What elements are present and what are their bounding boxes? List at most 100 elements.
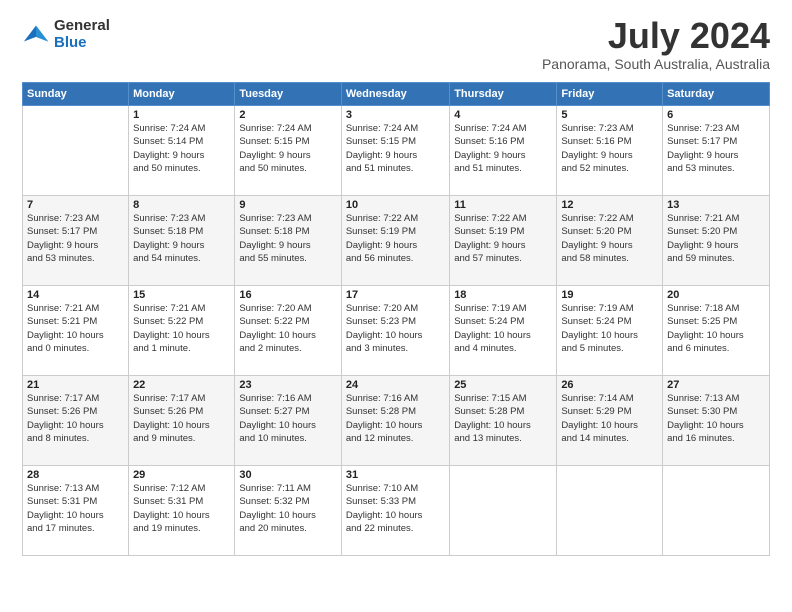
day-info: Sunrise: 7:21 AM Sunset: 5:22 PM Dayligh… [133, 302, 230, 355]
day-number: 2 [239, 109, 337, 121]
day-number: 9 [239, 199, 337, 211]
calendar-cell: 24Sunrise: 7:16 AM Sunset: 5:28 PM Dayli… [341, 376, 449, 466]
calendar-cell: 29Sunrise: 7:12 AM Sunset: 5:31 PM Dayli… [129, 466, 235, 556]
calendar-cell: 7Sunrise: 7:23 AM Sunset: 5:17 PM Daylig… [23, 196, 129, 286]
calendar-cell: 10Sunrise: 7:22 AM Sunset: 5:19 PM Dayli… [341, 196, 449, 286]
calendar-cell: 15Sunrise: 7:21 AM Sunset: 5:22 PM Dayli… [129, 286, 235, 376]
day-info: Sunrise: 7:13 AM Sunset: 5:31 PM Dayligh… [27, 482, 124, 535]
calendar-cell: 4Sunrise: 7:24 AM Sunset: 5:16 PM Daylig… [450, 106, 557, 196]
calendar-cell [663, 466, 770, 556]
day-info: Sunrise: 7:17 AM Sunset: 5:26 PM Dayligh… [133, 392, 230, 445]
day-info: Sunrise: 7:21 AM Sunset: 5:20 PM Dayligh… [667, 212, 765, 265]
calendar-cell: 8Sunrise: 7:23 AM Sunset: 5:18 PM Daylig… [129, 196, 235, 286]
logo: General Blue [22, 18, 110, 51]
calendar-cell: 25Sunrise: 7:15 AM Sunset: 5:28 PM Dayli… [450, 376, 557, 466]
day-number: 13 [667, 199, 765, 211]
day-number: 6 [667, 109, 765, 121]
day-info: Sunrise: 7:14 AM Sunset: 5:29 PM Dayligh… [561, 392, 658, 445]
calendar-cell: 28Sunrise: 7:13 AM Sunset: 5:31 PM Dayli… [23, 466, 129, 556]
day-info: Sunrise: 7:24 AM Sunset: 5:15 PM Dayligh… [239, 122, 337, 175]
calendar-cell: 3Sunrise: 7:24 AM Sunset: 5:15 PM Daylig… [341, 106, 449, 196]
calendar-week-row: 14Sunrise: 7:21 AM Sunset: 5:21 PM Dayli… [23, 286, 770, 376]
day-info: Sunrise: 7:22 AM Sunset: 5:19 PM Dayligh… [346, 212, 445, 265]
day-number: 21 [27, 379, 124, 391]
day-info: Sunrise: 7:19 AM Sunset: 5:24 PM Dayligh… [561, 302, 658, 355]
day-info: Sunrise: 7:13 AM Sunset: 5:30 PM Dayligh… [667, 392, 765, 445]
calendar-cell: 6Sunrise: 7:23 AM Sunset: 5:17 PM Daylig… [663, 106, 770, 196]
calendar-cell: 9Sunrise: 7:23 AM Sunset: 5:18 PM Daylig… [235, 196, 342, 286]
calendar-week-row: 1Sunrise: 7:24 AM Sunset: 5:14 PM Daylig… [23, 106, 770, 196]
day-number: 30 [239, 469, 337, 481]
header: General Blue July 2024 Panorama, South A… [22, 18, 770, 72]
day-number: 27 [667, 379, 765, 391]
calendar-header-day: Monday [129, 83, 235, 106]
calendar-header-day: Wednesday [341, 83, 449, 106]
day-number: 10 [346, 199, 445, 211]
day-number: 25 [454, 379, 552, 391]
day-number: 8 [133, 199, 230, 211]
calendar-cell: 12Sunrise: 7:22 AM Sunset: 5:20 PM Dayli… [557, 196, 663, 286]
day-info: Sunrise: 7:16 AM Sunset: 5:28 PM Dayligh… [346, 392, 445, 445]
location-title: Panorama, South Australia, Australia [542, 56, 770, 72]
day-number: 23 [239, 379, 337, 391]
calendar-cell: 16Sunrise: 7:20 AM Sunset: 5:22 PM Dayli… [235, 286, 342, 376]
day-number: 16 [239, 289, 337, 301]
calendar-cell: 11Sunrise: 7:22 AM Sunset: 5:19 PM Dayli… [450, 196, 557, 286]
day-info: Sunrise: 7:17 AM Sunset: 5:26 PM Dayligh… [27, 392, 124, 445]
day-number: 1 [133, 109, 230, 121]
page: General Blue July 2024 Panorama, South A… [0, 0, 792, 612]
calendar-header-day: Thursday [450, 83, 557, 106]
day-info: Sunrise: 7:23 AM Sunset: 5:16 PM Dayligh… [561, 122, 658, 175]
calendar-header-day: Friday [557, 83, 663, 106]
day-info: Sunrise: 7:20 AM Sunset: 5:22 PM Dayligh… [239, 302, 337, 355]
calendar-cell: 30Sunrise: 7:11 AM Sunset: 5:32 PM Dayli… [235, 466, 342, 556]
calendar-header-day: Sunday [23, 83, 129, 106]
calendar-week-row: 28Sunrise: 7:13 AM Sunset: 5:31 PM Dayli… [23, 466, 770, 556]
day-number: 15 [133, 289, 230, 301]
calendar-cell: 5Sunrise: 7:23 AM Sunset: 5:16 PM Daylig… [557, 106, 663, 196]
calendar-cell: 26Sunrise: 7:14 AM Sunset: 5:29 PM Dayli… [557, 376, 663, 466]
calendar-header-day: Tuesday [235, 83, 342, 106]
calendar-cell: 13Sunrise: 7:21 AM Sunset: 5:20 PM Dayli… [663, 196, 770, 286]
calendar-cell [450, 466, 557, 556]
day-number: 7 [27, 199, 124, 211]
calendar-header-day: Saturday [663, 83, 770, 106]
day-number: 11 [454, 199, 552, 211]
day-info: Sunrise: 7:24 AM Sunset: 5:16 PM Dayligh… [454, 122, 552, 175]
title-section: July 2024 Panorama, South Australia, Aus… [542, 18, 770, 72]
calendar-week-row: 7Sunrise: 7:23 AM Sunset: 5:17 PM Daylig… [23, 196, 770, 286]
day-number: 19 [561, 289, 658, 301]
calendar-cell: 14Sunrise: 7:21 AM Sunset: 5:21 PM Dayli… [23, 286, 129, 376]
day-info: Sunrise: 7:15 AM Sunset: 5:28 PM Dayligh… [454, 392, 552, 445]
calendar-cell: 23Sunrise: 7:16 AM Sunset: 5:27 PM Dayli… [235, 376, 342, 466]
day-info: Sunrise: 7:19 AM Sunset: 5:24 PM Dayligh… [454, 302, 552, 355]
calendar-cell: 19Sunrise: 7:19 AM Sunset: 5:24 PM Dayli… [557, 286, 663, 376]
day-info: Sunrise: 7:23 AM Sunset: 5:18 PM Dayligh… [239, 212, 337, 265]
day-info: Sunrise: 7:11 AM Sunset: 5:32 PM Dayligh… [239, 482, 337, 535]
day-number: 17 [346, 289, 445, 301]
calendar-cell: 27Sunrise: 7:13 AM Sunset: 5:30 PM Dayli… [663, 376, 770, 466]
day-number: 24 [346, 379, 445, 391]
day-info: Sunrise: 7:24 AM Sunset: 5:14 PM Dayligh… [133, 122, 230, 175]
day-info: Sunrise: 7:18 AM Sunset: 5:25 PM Dayligh… [667, 302, 765, 355]
calendar-table: SundayMondayTuesdayWednesdayThursdayFrid… [22, 82, 770, 556]
day-info: Sunrise: 7:12 AM Sunset: 5:31 PM Dayligh… [133, 482, 230, 535]
calendar-cell [557, 466, 663, 556]
day-info: Sunrise: 7:20 AM Sunset: 5:23 PM Dayligh… [346, 302, 445, 355]
calendar-cell: 2Sunrise: 7:24 AM Sunset: 5:15 PM Daylig… [235, 106, 342, 196]
month-title: July 2024 [542, 18, 770, 54]
day-number: 28 [27, 469, 124, 481]
day-info: Sunrise: 7:10 AM Sunset: 5:33 PM Dayligh… [346, 482, 445, 535]
day-number: 22 [133, 379, 230, 391]
calendar-header-row: SundayMondayTuesdayWednesdayThursdayFrid… [23, 83, 770, 106]
calendar-cell: 31Sunrise: 7:10 AM Sunset: 5:33 PM Dayli… [341, 466, 449, 556]
day-info: Sunrise: 7:24 AM Sunset: 5:15 PM Dayligh… [346, 122, 445, 175]
day-info: Sunrise: 7:22 AM Sunset: 5:19 PM Dayligh… [454, 212, 552, 265]
logo-icon [22, 21, 50, 49]
day-info: Sunrise: 7:23 AM Sunset: 5:17 PM Dayligh… [27, 212, 124, 265]
calendar-cell [23, 106, 129, 196]
day-info: Sunrise: 7:23 AM Sunset: 5:17 PM Dayligh… [667, 122, 765, 175]
day-number: 14 [27, 289, 124, 301]
day-info: Sunrise: 7:21 AM Sunset: 5:21 PM Dayligh… [27, 302, 124, 355]
logo-text-line1: General [54, 18, 110, 35]
